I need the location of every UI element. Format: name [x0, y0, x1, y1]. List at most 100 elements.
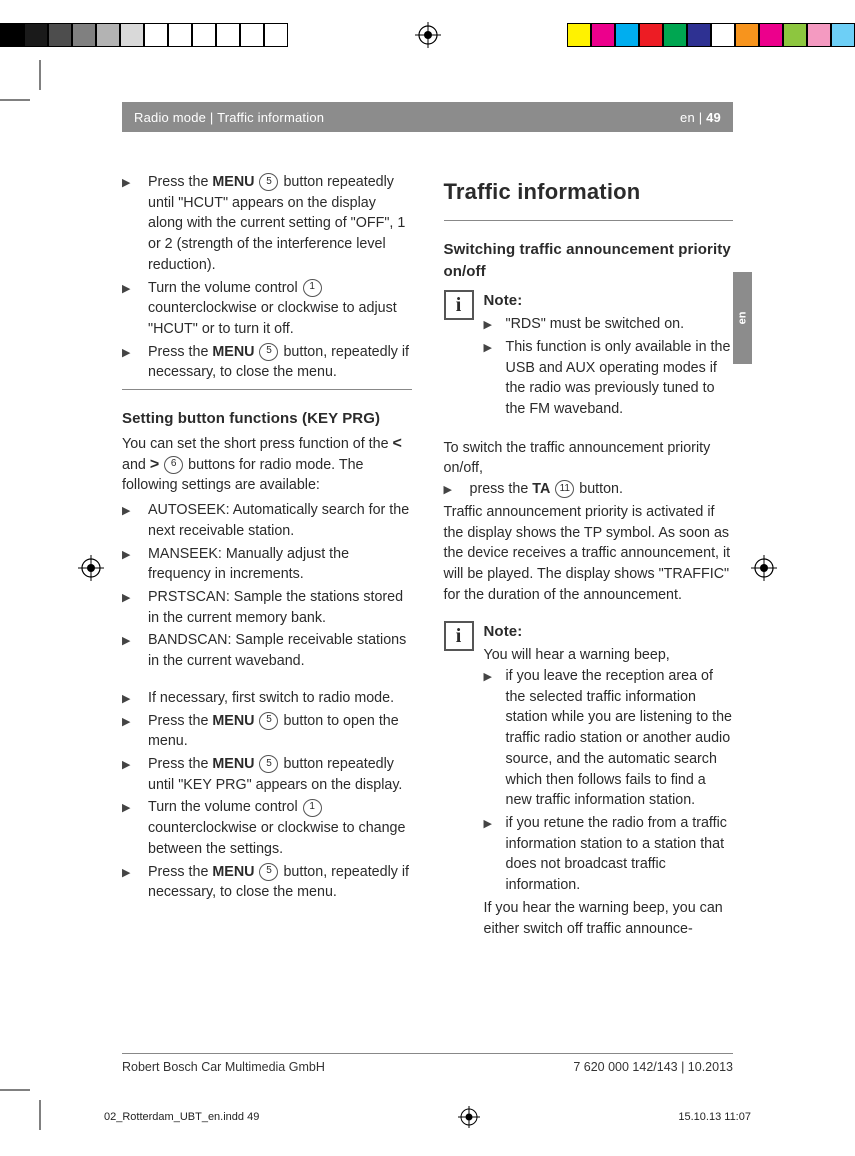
note-1-list: ▶"RDS" must be switched on.▶This functio… — [484, 314, 734, 420]
list-item: ▶if you leave the reception area of the … — [484, 666, 734, 811]
triangle-bullet-icon: ▶ — [484, 670, 492, 686]
color-swatch — [24, 23, 48, 47]
color-swatch — [120, 23, 144, 47]
color-swatch — [240, 23, 264, 47]
content: ▶Press the MENU 5 button repeatedly unti… — [122, 172, 733, 1036]
printer-color-bars — [0, 22, 855, 48]
left-top-list: ▶Press the MENU 5 button repeatedly unti… — [122, 172, 412, 383]
triangle-bullet-icon: ▶ — [122, 504, 130, 520]
subhead-switching: Switching traffic announcement priority … — [444, 239, 734, 283]
colorbar-left — [0, 23, 288, 47]
triangle-bullet-icon: ▶ — [122, 176, 130, 192]
list-item: ▶"RDS" must be switched on. — [484, 314, 734, 335]
list-item: ▶MANSEEK: Manually adjust the frequency … — [122, 544, 412, 585]
crop-mark-tl — [0, 60, 60, 120]
header-right: en | 49 — [680, 110, 721, 125]
triangle-bullet-icon: ▶ — [484, 341, 492, 357]
rc-para2: Traffic announcement priority is activat… — [444, 502, 734, 606]
color-swatch — [48, 23, 72, 47]
info-icon: i — [444, 621, 474, 651]
triangle-bullet-icon: ▶ — [122, 715, 130, 731]
button-ref-11: 11 — [555, 480, 574, 498]
color-swatch — [591, 23, 615, 47]
note-2: i Note: You will hear a warning beep, ▶i… — [444, 621, 734, 939]
list-item: ▶ press the TA 11 button. — [444, 479, 734, 500]
button-ref-1: 1 — [303, 279, 322, 297]
h2-traffic: Traffic information — [444, 176, 734, 208]
triangle-bullet-icon: ▶ — [122, 758, 130, 774]
note-1: i Note: ▶"RDS" must be switched on.▶This… — [444, 290, 734, 421]
color-swatch — [735, 23, 759, 47]
rule — [122, 389, 412, 390]
prepress-file: 02_Rotterdam_UBT_en.indd 49 — [104, 1111, 259, 1123]
list-item: ▶PRSTSCAN: Sample the stations stored in… — [122, 587, 412, 628]
button-ref-5: 5 — [259, 173, 278, 191]
registration-mark-bottom — [458, 1106, 480, 1128]
color-swatch — [639, 23, 663, 47]
triangle-bullet-icon: ▶ — [122, 692, 130, 708]
triangle-bullet-icon: ▶ — [122, 801, 130, 817]
list-item: ▶Press the MENU 5 button, repeatedly if … — [122, 862, 412, 903]
language-side-tab: en — [733, 272, 752, 364]
footer-left: Robert Bosch Car Multimedia GmbH — [122, 1060, 325, 1074]
list-item: ▶Press the MENU 5 button, repeatedly if … — [122, 342, 412, 383]
footer-right: 7 620 000 142/143 | 10.2013 — [573, 1060, 733, 1074]
list-item: ▶if you retune the radio from a traffic … — [484, 813, 734, 896]
registration-mark-right — [751, 555, 777, 581]
registration-mark-left — [78, 555, 104, 581]
button-ref-5: 5 — [259, 863, 278, 881]
list-item: ▶Press the MENU 5 button to open the men… — [122, 711, 412, 752]
key-prg-intro: You can set the short press function of … — [122, 434, 412, 496]
info-icon: i — [444, 290, 474, 320]
ta-step: ▶ press the TA 11 button. — [444, 479, 734, 500]
note-2-list: ▶if you leave the reception area of the … — [484, 666, 734, 896]
triangle-bullet-icon: ▶ — [484, 817, 492, 833]
button-ref-5: 5 — [259, 712, 278, 730]
list-item: ▶Turn the volume control 1 counterclock­… — [122, 797, 412, 859]
triangle-bullet-icon: ▶ — [122, 591, 130, 607]
color-swatch — [264, 23, 288, 47]
color-swatch — [615, 23, 639, 47]
left-column: ▶Press the MENU 5 button repeatedly unti… — [122, 172, 412, 1036]
color-swatch — [96, 23, 120, 47]
button-ref-5: 5 — [259, 755, 278, 773]
color-swatch — [759, 23, 783, 47]
list-item: ▶Press the MENU 5 button repeatedly unti… — [122, 172, 412, 276]
button-ref-6: 6 — [164, 456, 183, 474]
color-swatch — [216, 23, 240, 47]
triangle-bullet-icon: ▶ — [444, 483, 452, 499]
list-item: ▶AUTOSEEK: Automatically search for the … — [122, 500, 412, 541]
color-swatch — [831, 23, 855, 47]
list-item: ▶BANDSCAN: Sample receivable stations in… — [122, 630, 412, 671]
triangle-bullet-icon: ▶ — [122, 548, 130, 564]
triangle-bullet-icon: ▶ — [122, 634, 130, 650]
color-swatch — [711, 23, 735, 47]
page: Radio mode | Traffic information en | 49… — [0, 0, 855, 1156]
color-swatch — [807, 23, 831, 47]
color-swatch — [144, 23, 168, 47]
prepress-line: 02_Rotterdam_UBT_en.indd 49 15.10.13 11:… — [104, 1106, 751, 1128]
color-swatch — [168, 23, 192, 47]
settings-list: ▶AUTOSEEK: Automatically search for the … — [122, 500, 412, 672]
right-column: Traffic information Switching traffic an… — [444, 172, 734, 1036]
triangle-bullet-icon: ▶ — [122, 346, 130, 362]
prepress-stamp: 15.10.13 11:07 — [678, 1111, 751, 1123]
button-ref-5: 5 — [259, 343, 278, 361]
greater-than-icon: > — [150, 456, 159, 473]
triangle-bullet-icon: ▶ — [122, 866, 130, 882]
steps-list: ▶If necessary, first switch to radio mod… — [122, 688, 412, 903]
triangle-bullet-icon: ▶ — [122, 282, 130, 298]
rule — [444, 220, 734, 221]
rc-para1: To switch the traffic announcement prior… — [444, 438, 734, 479]
color-swatch — [687, 23, 711, 47]
crop-mark-bl — [0, 1070, 60, 1130]
list-item: ▶If necessary, first switch to radio mod… — [122, 688, 412, 709]
color-swatch — [663, 23, 687, 47]
color-swatch — [567, 23, 591, 47]
color-swatch — [192, 23, 216, 47]
triangle-bullet-icon: ▶ — [484, 318, 492, 334]
less-than-icon: < — [393, 435, 402, 452]
note-body: Note: ▶"RDS" must be switched on.▶This f… — [484, 290, 734, 421]
header-band: Radio mode | Traffic information en | 49 — [122, 102, 733, 132]
button-ref-1: 1 — [303, 799, 322, 817]
